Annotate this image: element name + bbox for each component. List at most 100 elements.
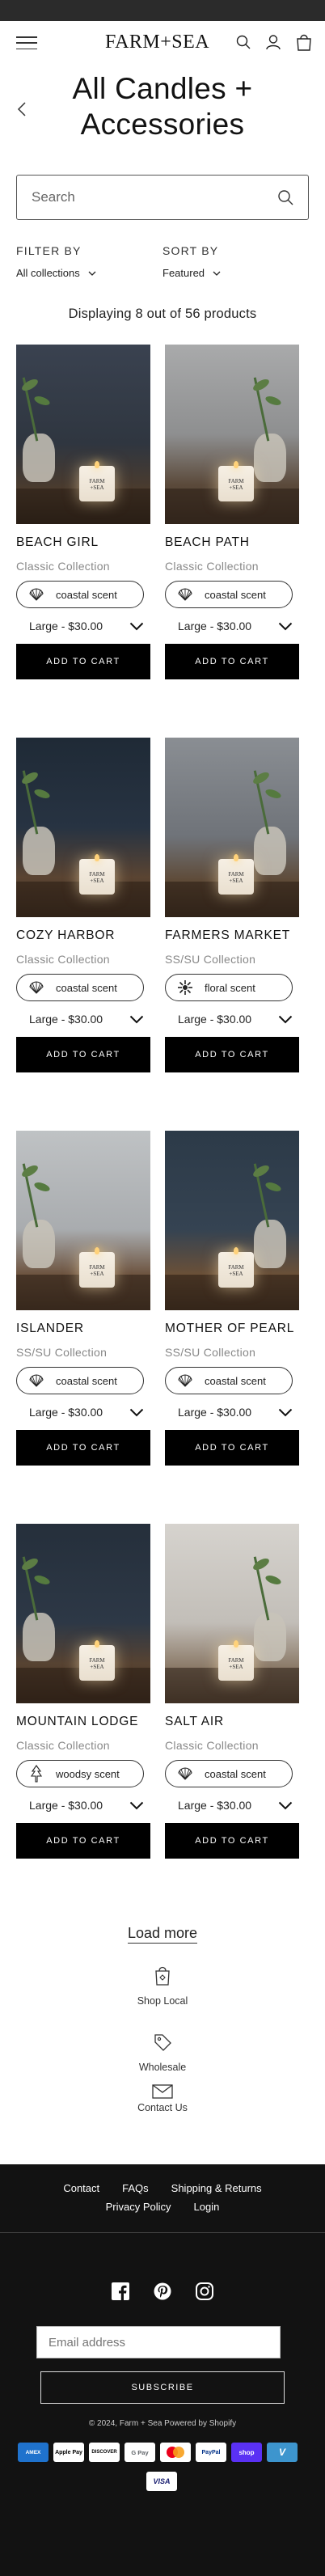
product-collection: SS/SU Collection xyxy=(165,1346,256,1359)
size-price: Large - $30.00 xyxy=(178,1013,252,1026)
search-field[interactable] xyxy=(16,175,309,220)
visa-icon: VISA xyxy=(146,2472,177,2491)
email-field[interactable] xyxy=(36,2326,281,2358)
search-icon[interactable] xyxy=(236,35,251,49)
add-to-cart-button[interactable]: ADD TO CART xyxy=(165,1430,299,1466)
product-collection: Classic Collection xyxy=(16,1739,110,1752)
add-to-cart-button[interactable]: ADD TO CART xyxy=(16,1430,150,1466)
sort-value: Featured xyxy=(162,267,205,279)
menu-icon[interactable] xyxy=(16,35,37,51)
footer-link-faqs[interactable]: FAQs xyxy=(122,2182,149,2194)
announcement-bar xyxy=(0,0,325,21)
footer-link-contact[interactable]: Contact xyxy=(63,2182,99,2194)
product-card[interactable]: FARM +SEA ISLANDER SS/SU Collection coastal … xyxy=(16,1131,150,1524)
shop-local-label: Shop Local xyxy=(137,1995,188,2007)
product-name[interactable]: MOTHER OF PEARL xyxy=(165,1322,299,1336)
size-price-select[interactable]: Large - $30.00 xyxy=(165,1406,293,1419)
product-image[interactable]: FARM +SEA xyxy=(165,1524,299,1703)
footer-link-privacy[interactable]: Privacy Policy xyxy=(106,2201,171,2213)
product-name[interactable]: COZY HARBOR xyxy=(16,928,150,943)
product-collection: SS/SU Collection xyxy=(165,953,256,966)
product-image[interactable]: FARM +SEA xyxy=(165,345,299,524)
flower-icon xyxy=(177,979,193,996)
size-price-select[interactable]: Large - $30.00 xyxy=(16,1799,144,1812)
add-to-cart-button[interactable]: ADD TO CART xyxy=(16,644,150,679)
size-price-select[interactable]: Large - $30.00 xyxy=(16,620,144,632)
product-image[interactable]: FARM +SEA xyxy=(16,345,150,524)
filter-sort-bar: FILTER BY All collections SORT BY Featur… xyxy=(16,244,309,279)
product-card[interactable]: FARM +SEA MOUNTAIN LODGE Classic Collection… xyxy=(16,1524,150,1917)
product-collection: Classic Collection xyxy=(165,1739,259,1752)
facebook-icon[interactable] xyxy=(112,2282,129,2300)
instagram-icon[interactable] xyxy=(196,2282,213,2300)
chevron-down-icon xyxy=(129,1015,144,1023)
product-card[interactable]: FARM +SEA MOTHER OF PEARL SS/SU Collection c… xyxy=(165,1131,299,1524)
site-logo[interactable]: FARM+SEA xyxy=(105,32,209,53)
contact-us-label: Contact Us xyxy=(137,2102,188,2113)
product-image[interactable]: FARM +SEA xyxy=(165,1131,299,1310)
load-more-button[interactable]: Load more xyxy=(127,1925,198,1944)
scent-badge: coastal scent xyxy=(165,1367,293,1394)
product-image[interactable]: FARM +SEA xyxy=(165,738,299,917)
search-icon[interactable] xyxy=(277,189,293,205)
size-price-select[interactable]: Large - $30.00 xyxy=(16,1013,144,1026)
pinterest-icon[interactable] xyxy=(154,2282,171,2300)
size-price: Large - $30.00 xyxy=(178,620,252,632)
footer-link-login[interactable]: Login xyxy=(194,2201,220,2213)
size-price: Large - $30.00 xyxy=(178,1799,252,1812)
product-image[interactable]: FARM +SEA xyxy=(16,1524,150,1703)
size-price-select[interactable]: Large - $30.00 xyxy=(165,1799,293,1812)
add-to-cart-button[interactable]: ADD TO CART xyxy=(16,1823,150,1859)
shopping-bag-icon xyxy=(155,1966,170,1986)
product-card[interactable]: FARM +SEA BEACH PATH Classic Collection coas… xyxy=(165,345,299,738)
product-name[interactable]: BEACH GIRL xyxy=(16,535,150,550)
product-name[interactable]: MOUNTAIN LODGE xyxy=(16,1715,150,1729)
envelope-icon xyxy=(152,2084,173,2099)
email-input[interactable] xyxy=(49,2335,275,2350)
chevron-down-icon xyxy=(278,1015,293,1023)
product-name[interactable]: BEACH PATH xyxy=(165,535,299,550)
scent-label: coastal scent xyxy=(56,588,117,601)
social-links xyxy=(0,2282,325,2300)
shell-icon xyxy=(28,979,44,996)
size-price-select[interactable]: Large - $30.00 xyxy=(165,1013,293,1026)
chevron-down-icon xyxy=(278,622,293,630)
account-icon[interactable] xyxy=(265,34,281,50)
scent-badge: coastal scent xyxy=(165,581,293,608)
contact-us-link[interactable]: Contact Us xyxy=(0,2084,325,2113)
add-to-cart-button[interactable]: ADD TO CART xyxy=(16,1037,150,1072)
size-price-select[interactable]: Large - $30.00 xyxy=(16,1406,144,1419)
product-image[interactable]: FARM +SEA xyxy=(16,738,150,917)
discover-icon: DISCOVER xyxy=(89,2443,120,2462)
product-name[interactable]: FARMERS MARKET xyxy=(165,928,299,943)
scent-badge: coastal scent xyxy=(16,1367,144,1394)
size-price-select[interactable]: Large - $30.00 xyxy=(165,620,293,632)
footer-link-shipping[interactable]: Shipping & Returns xyxy=(171,2182,262,2194)
scent-badge: floral scent xyxy=(165,974,293,1001)
filter-select[interactable]: All collections xyxy=(16,267,162,279)
add-to-cart-button[interactable]: ADD TO CART xyxy=(165,1037,299,1072)
sort-select[interactable]: Featured xyxy=(162,267,309,279)
footer-divider xyxy=(0,2232,325,2233)
product-card[interactable]: FARM +SEA FARMERS MARKET SS/SU Collection fl… xyxy=(165,738,299,1131)
product-card[interactable]: FARM +SEA COZY HARBOR Classic Collection coa… xyxy=(16,738,150,1131)
product-name[interactable]: ISLANDER xyxy=(16,1322,150,1336)
add-to-cart-button[interactable]: ADD TO CART xyxy=(165,644,299,679)
product-card[interactable]: FARM +SEA SALT AIR Classic Collection coasta… xyxy=(165,1524,299,1917)
add-to-cart-button[interactable]: ADD TO CART xyxy=(165,1823,299,1859)
product-name[interactable]: SALT AIR xyxy=(165,1715,299,1729)
size-price: Large - $30.00 xyxy=(29,620,103,632)
product-grid: FARM +SEA BEACH GIRL Classic Collection coas… xyxy=(0,345,325,1917)
cart-icon[interactable] xyxy=(296,33,312,51)
size-price: Large - $30.00 xyxy=(178,1406,252,1419)
google-pay-icon: G Pay xyxy=(125,2443,155,2462)
subscribe-button[interactable]: SUBSCRIBE xyxy=(40,2371,285,2404)
page-title: All Candles + Accessories xyxy=(72,72,253,141)
product-image[interactable]: FARM +SEA xyxy=(16,1131,150,1310)
scent-label: floral scent xyxy=(205,981,255,994)
product-card[interactable]: FARM +SEA BEACH GIRL Classic Collection coas… xyxy=(16,345,150,738)
payment-icons: AMEX Apple Pay DISCOVER G Pay PayPal sho… xyxy=(18,2443,298,2462)
shop-local-link[interactable]: Shop Local xyxy=(0,1965,325,2007)
search-input[interactable] xyxy=(32,189,258,205)
wholesale-link[interactable]: Wholesale xyxy=(0,2032,325,2073)
